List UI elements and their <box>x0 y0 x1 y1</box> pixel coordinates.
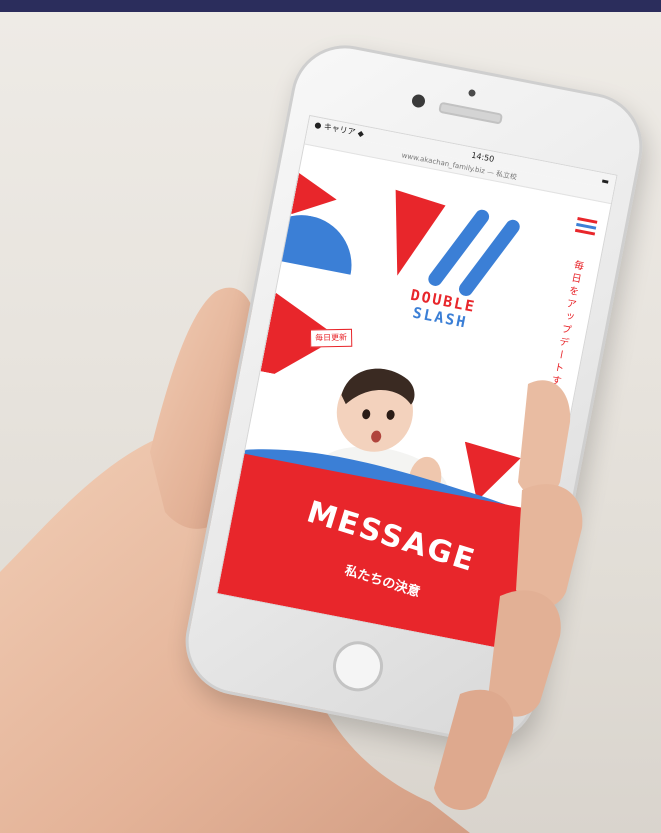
top-frame-bar <box>0 0 661 12</box>
photo: ● キャリア ◆ 14:50 ▬ www.akachan_family.biz … <box>0 12 661 833</box>
hand-fingers <box>434 380 583 811</box>
